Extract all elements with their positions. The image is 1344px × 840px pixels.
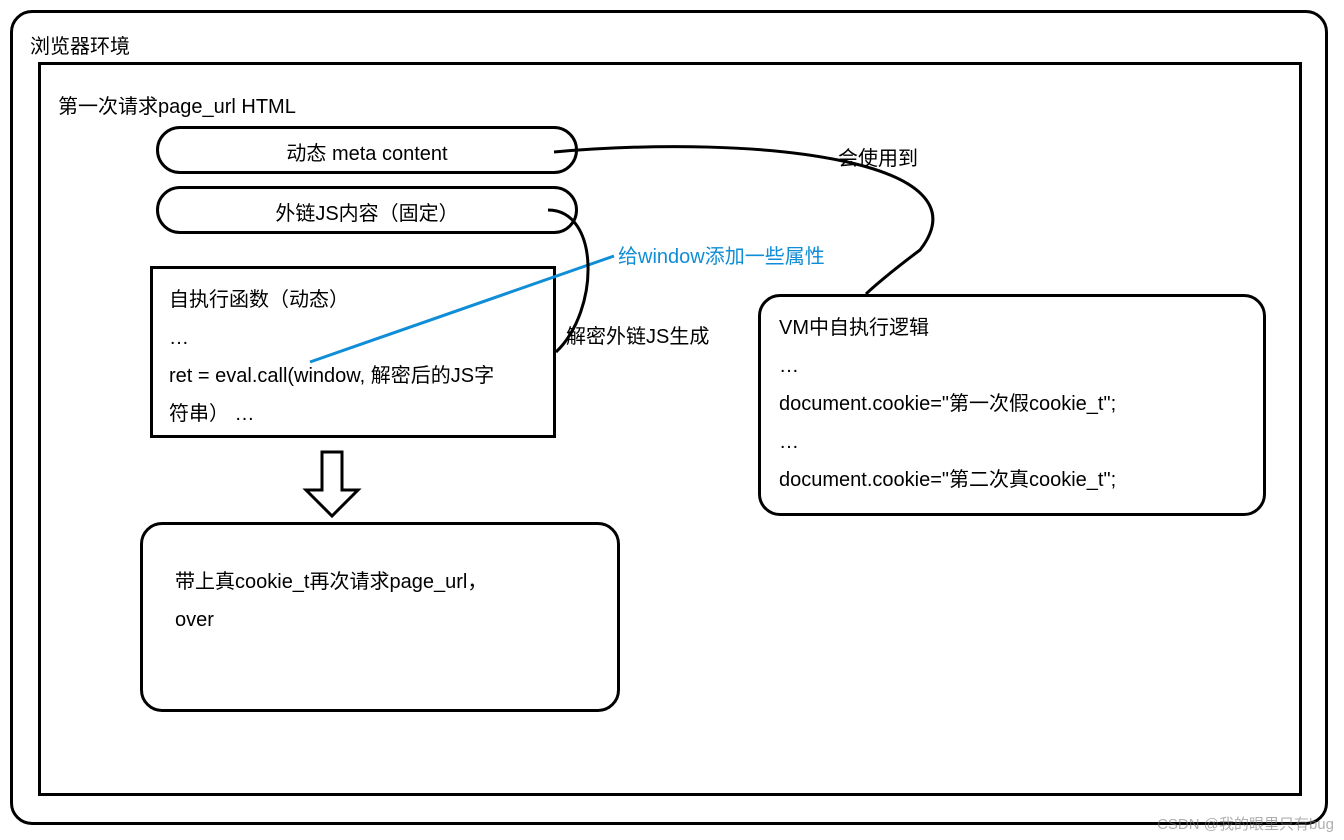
vm-line-3: document.cookie="第一次假cookie_t"; bbox=[779, 385, 1245, 423]
final-line-1: 带上真cookie_t再次请求page_url， bbox=[175, 563, 585, 601]
vm-line-5: document.cookie="第二次真cookie_t"; bbox=[779, 461, 1245, 499]
vm-logic-box: VM中自执行逻辑 … document.cookie="第一次假cookie_t… bbox=[758, 294, 1266, 516]
vm-line-2: … bbox=[779, 347, 1245, 385]
exec-line-3: ret = eval.call(window, 解密后的JS字 bbox=[169, 357, 537, 395]
exec-line-1: 自执行函数（动态） bbox=[169, 281, 537, 319]
outer-environment-title: 浏览器环境 bbox=[30, 30, 130, 59]
self-exec-function-box: 自执行函数（动态） … ret = eval.call(window, 解密后的… bbox=[150, 266, 556, 438]
vm-line-4: … bbox=[779, 423, 1245, 461]
first-request-title: 第一次请求page_url HTML bbox=[58, 90, 296, 119]
label-will-use: 会使用到 bbox=[838, 142, 918, 171]
final-line-2: over bbox=[175, 601, 585, 639]
final-request-box: 带上真cookie_t再次请求page_url， over bbox=[140, 522, 620, 712]
vm-line-1: VM中自执行逻辑 bbox=[779, 309, 1245, 347]
watermark: CSDN @我的眼里只有bug bbox=[1157, 813, 1334, 834]
label-decrypt-generate: 解密外链JS生成 bbox=[566, 320, 709, 349]
exec-line-4: 符串） … bbox=[169, 395, 537, 433]
external-js-pill: 外链JS内容（固定） bbox=[156, 186, 578, 234]
meta-content-pill: 动态 meta content bbox=[156, 126, 578, 174]
label-window-props: 给window添加一些属性 bbox=[618, 240, 825, 269]
exec-line-2: … bbox=[169, 319, 537, 357]
